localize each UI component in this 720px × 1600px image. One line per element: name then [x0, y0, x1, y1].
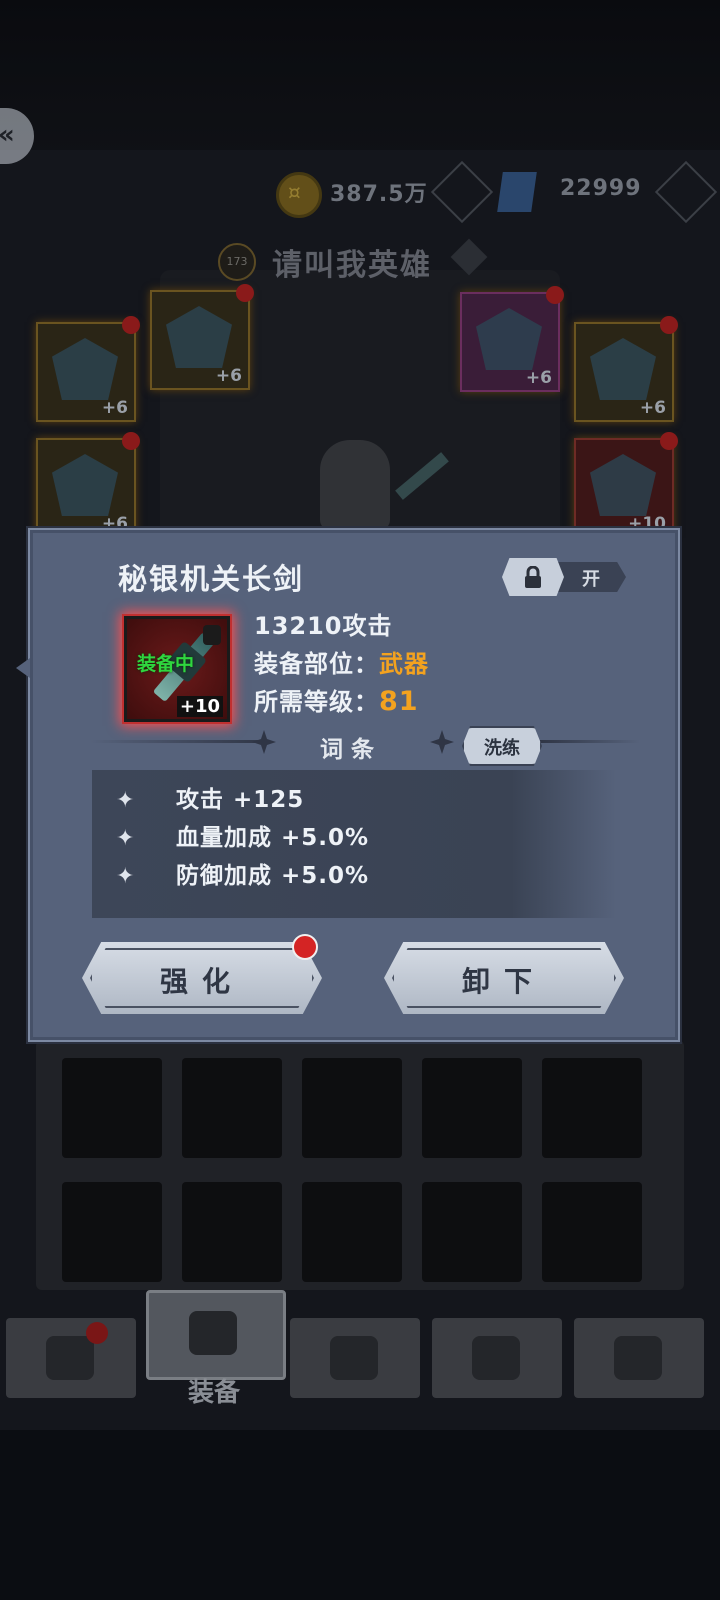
- divider-star-icon: [430, 730, 454, 754]
- hero-name: 请叫我英雄: [272, 248, 432, 283]
- affix-item: ✦ 血量加成 +5.0%: [116, 825, 370, 851]
- hero-character: [320, 440, 390, 530]
- divider-star-icon: [252, 730, 276, 754]
- affix-title: 词条: [320, 737, 382, 763]
- tab-forest[interactable]: [432, 1318, 562, 1398]
- level-value: 81: [379, 686, 419, 717]
- crossed-swords-icon: [330, 1336, 378, 1380]
- tab-equipment-label: 装备: [187, 1378, 240, 1408]
- affix-item: ✦ 攻击 +125: [116, 787, 305, 813]
- affix-item: ✦ 防御加成 +5.0%: [116, 863, 370, 889]
- lock-toggle[interactable]: 开: [502, 558, 626, 596]
- inventory-cell[interactable]: [182, 1182, 282, 1282]
- tree-icon: [472, 1336, 520, 1380]
- inventory-cell[interactable]: [62, 1058, 162, 1158]
- sparkle-icon: ✦: [116, 788, 136, 813]
- slot-shield[interactable]: +6: [36, 432, 140, 538]
- gold-amount: 387.5万: [330, 182, 428, 207]
- gem-icon: [497, 172, 537, 212]
- equipped-tag: 装备中: [137, 653, 195, 675]
- slot-armor[interactable]: +6: [36, 316, 140, 422]
- gold-coin-icon: ¤: [276, 172, 322, 218]
- reroll-button[interactable]: 洗练: [462, 726, 542, 766]
- lock-state-label: 开: [582, 569, 600, 590]
- divider-left: [90, 740, 270, 743]
- chevron-left-icon: «: [0, 120, 15, 150]
- chest-icon: [614, 1336, 662, 1380]
- slot-value: 武器: [379, 650, 429, 678]
- tab-campfire[interactable]: [6, 1318, 136, 1398]
- enhance-button[interactable]: 强化: [82, 942, 322, 1014]
- inventory-cell[interactable]: [302, 1182, 402, 1282]
- item-attack: 13210攻击: [254, 612, 393, 640]
- slot-boots[interactable]: +6: [460, 286, 564, 392]
- tab-treasure[interactable]: [574, 1318, 704, 1398]
- affix-list: ✦ 攻击 +125 ✦ 血量加成 +5.0% ✦ 防御加成 +5.0%: [92, 770, 616, 918]
- padlock-icon: [525, 566, 541, 588]
- slot-weapon[interactable]: +10: [574, 432, 678, 538]
- inventory-cell[interactable]: [62, 1182, 162, 1282]
- inventory-cell[interactable]: [302, 1058, 402, 1158]
- inventory-cell[interactable]: [422, 1182, 522, 1282]
- tab-battle[interactable]: [290, 1318, 420, 1398]
- sparkle-icon: ✦: [116, 864, 136, 889]
- campfire-icon: [46, 1336, 94, 1380]
- hero-level-badge: 173: [218, 243, 256, 281]
- gem-amount: 22999: [560, 176, 642, 201]
- inventory-cell[interactable]: [182, 1058, 282, 1158]
- item-icon-frame: 装备中 +10: [124, 616, 230, 722]
- unequip-button[interactable]: 卸下: [384, 942, 624, 1014]
- inventory-cell[interactable]: [422, 1058, 522, 1158]
- tab-equipment[interactable]: [146, 1290, 286, 1380]
- slot-gloves[interactable]: +6: [574, 316, 678, 422]
- inventory-cell[interactable]: [542, 1058, 642, 1158]
- lock-icon: [203, 625, 221, 645]
- item-detail-dialog: 秘银机关长剑 开 装备中 +10 13210攻击 装备部位：武器 所需等级：81…: [28, 528, 680, 1042]
- sparkle-icon: ✦: [116, 826, 136, 851]
- slot-label: 装备部位：: [254, 650, 379, 678]
- item-level: +10: [176, 696, 223, 717]
- notification-dot: [292, 934, 318, 960]
- slot-row: 装备部位：武器: [254, 644, 429, 679]
- slot-helmet[interactable]: +6: [150, 284, 254, 390]
- level-row: 所需等级：81: [254, 682, 419, 717]
- inventory-cell[interactable]: [542, 1182, 642, 1282]
- level-label: 所需等级：: [254, 688, 379, 716]
- item-name: 秘银机关长剑: [118, 562, 305, 596]
- helmet-icon: [189, 1311, 237, 1355]
- divider-right: [540, 740, 640, 743]
